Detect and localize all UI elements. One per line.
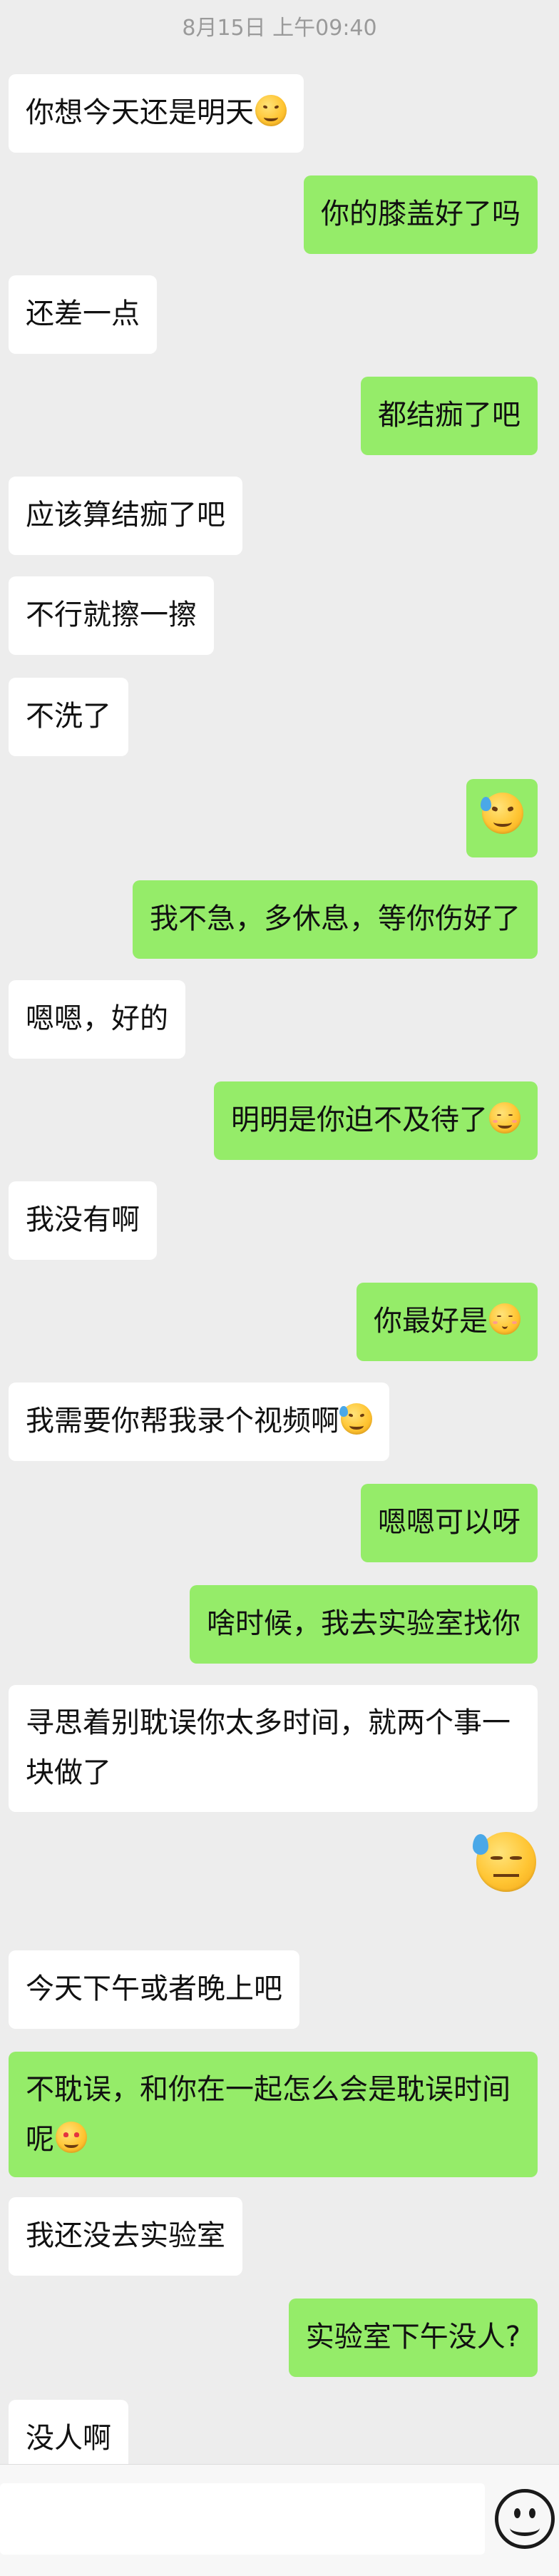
message-text: 你想今天还是明天 <box>26 96 254 129</box>
message-text: 我不急，多休息，等你伤好了 <box>150 902 520 935</box>
message-bubble-sent[interactable]: 嗯嗯可以呀 <box>361 1484 538 1562</box>
message-bubble-received[interactable]: 嗯嗯，好的 <box>9 980 185 1059</box>
message-bubble-received[interactable]: 你想今天还是明天 <box>9 74 304 153</box>
sticker-message[interactable] <box>472 1832 536 1892</box>
message-text: 我需要你帮我录个视频啊 <box>26 1405 339 1437</box>
message-text: 你最好是 <box>374 1305 488 1338</box>
message-text: 没人啊 <box>26 2422 111 2455</box>
message-timestamp: 8月15日 上午09:40 <box>182 16 377 41</box>
message-bubble-sent[interactable]: 都结痂了吧 <box>361 377 538 455</box>
message-text: 嗯嗯，好的 <box>26 1002 168 1035</box>
message-bubble-received[interactable]: 还差一点 <box>9 275 157 354</box>
message-text: 啥时候，我去实验室找你 <box>207 1607 520 1640</box>
message-bubble-received[interactable]: 我没有啊 <box>9 1181 157 1260</box>
sweat-icon <box>472 1832 536 1892</box>
message-bubble-sent[interactable]: 啥时候，我去实验室找你 <box>190 1585 538 1664</box>
message-bubble-sent[interactable]: 我不急，多休息，等你伤好了 <box>133 880 538 959</box>
heart-eyes-icon <box>56 2122 87 2153</box>
message-input[interactable] <box>0 2483 485 2555</box>
message-text: 不行就擦一擦 <box>26 599 197 631</box>
message-bubble-received[interactable]: 我还没去实验室 <box>9 2197 242 2276</box>
message-text: 实验室下午没人? <box>305 2321 520 2353</box>
message-bubble-received[interactable]: 不行就擦一擦 <box>9 576 214 655</box>
message-input-bar <box>0 2464 559 2576</box>
smile-blush-icon <box>489 1102 520 1134</box>
message-bubble-sent[interactable]: 实验室下午没人? <box>288 2298 538 2377</box>
message-bubble-received[interactable]: 我需要你帮我录个视频啊 <box>9 1383 389 1461</box>
laugh-cry-icon <box>339 1403 372 1435</box>
message-text: 还差一点 <box>26 297 140 330</box>
message-bubble-received[interactable]: 不洗了 <box>9 678 128 756</box>
message-text: 不耽误，和你在一起怎么会是耽误时间呢 <box>26 2073 511 2156</box>
message-text: 你的膝盖好了吗 <box>321 198 520 230</box>
chat-area: 8月15日 上午09:40 你想今天还是明天 你的膝盖好了吗 还差一点 都结痂了… <box>0 0 559 2478</box>
message-bubble-received[interactable]: 应该算结痂了吧 <box>9 477 242 555</box>
message-text: 我没有啊 <box>26 1203 140 1236</box>
message-text: 寻思着别耽误你太多时间，就两个事一块做了 <box>26 1706 511 1789</box>
message-text: 嗯嗯可以呀 <box>378 1506 520 1539</box>
message-bubble-sent[interactable] <box>466 779 538 857</box>
message-bubble-sent[interactable]: 明明是你迫不及待了 <box>214 1081 538 1160</box>
message-text: 都结痂了吧 <box>378 399 520 432</box>
message-text: 不洗了 <box>26 700 111 733</box>
smiley-face-icon[interactable] <box>495 2489 555 2549</box>
message-bubble-received[interactable]: 寻思着别耽误你太多时间，就两个事一块做了 <box>9 1685 538 1812</box>
grin-squint-icon <box>255 95 287 126</box>
message-bubble-sent[interactable]: 你最好是 <box>357 1283 538 1361</box>
message-text: 我还没去实验室 <box>26 2219 225 2252</box>
message-bubble-sent[interactable]: 不耽误，和你在一起怎么会是耽误时间呢 <box>9 2052 538 2177</box>
kiss-icon <box>489 1303 520 1335</box>
message-text: 明明是你迫不及待了 <box>231 1104 488 1136</box>
message-bubble-sent[interactable]: 你的膝盖好了吗 <box>304 175 538 254</box>
message-text: 今天下午或者晚上吧 <box>26 1972 282 2005</box>
message-text: 应该算结痂了吧 <box>26 499 225 531</box>
laugh-cry-icon <box>480 793 523 834</box>
message-bubble-received[interactable]: 今天下午或者晚上吧 <box>9 1950 299 2029</box>
